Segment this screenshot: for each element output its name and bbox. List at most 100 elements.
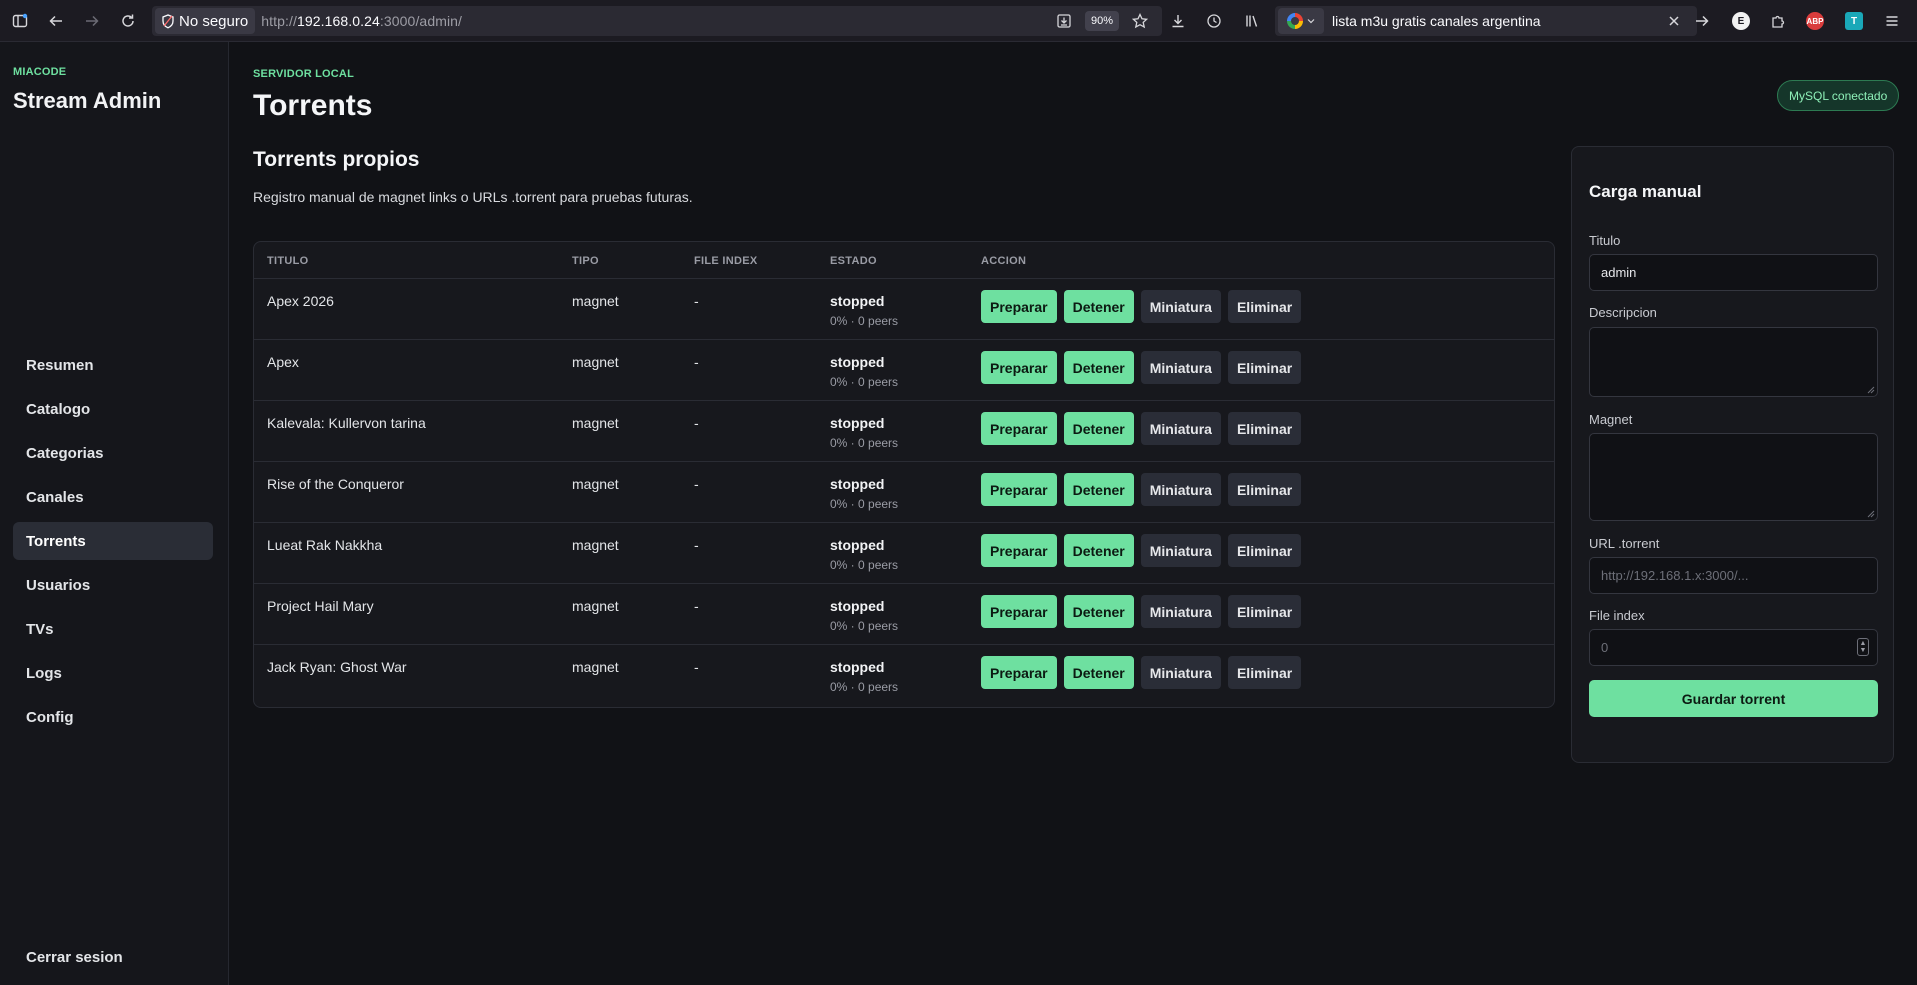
zoom-indicator[interactable]: 90% — [1085, 11, 1120, 31]
clear-search-icon[interactable] — [1662, 9, 1686, 33]
sidebar-item-catalogo[interactable]: Catalogo — [13, 390, 213, 428]
sidebar: MIACODE Stream Admin Resumen Catalogo Ca… — [0, 42, 229, 985]
state-label: stopped — [830, 354, 885, 370]
extension-e-icon[interactable]: E — [1732, 12, 1750, 30]
eliminar-button[interactable]: Eliminar — [1227, 351, 1302, 384]
save-torrent-button[interactable]: Guardar torrent — [1589, 680, 1878, 717]
menu-icon[interactable] — [1880, 9, 1904, 33]
number-stepper-icon[interactable]: ▲ ▼ — [1857, 638, 1869, 656]
reader-view-icon[interactable] — [1052, 9, 1076, 33]
eliminar-button[interactable]: Eliminar — [1227, 595, 1302, 628]
miniatura-button[interactable]: Miniatura — [1140, 656, 1221, 689]
back-icon[interactable] — [44, 9, 68, 33]
cell-type: magnet — [572, 293, 619, 309]
detener-button[interactable]: Detener — [1063, 351, 1134, 384]
sidebar-item-canales[interactable]: Canales — [13, 478, 213, 516]
search-query[interactable]: lista m3u gratis canales argentina — [1332, 13, 1541, 29]
eliminar-button[interactable]: Eliminar — [1227, 656, 1302, 689]
sidebar-toggle-icon[interactable] — [8, 9, 32, 33]
preparar-button[interactable]: Preparar — [981, 290, 1057, 323]
history-icon[interactable] — [1202, 9, 1226, 33]
reload-icon[interactable] — [116, 9, 140, 33]
cell-file-index: - — [694, 659, 699, 675]
resize-handle-icon[interactable] — [1865, 508, 1875, 518]
preparar-button[interactable]: Preparar — [981, 534, 1057, 567]
eliminar-button[interactable]: Eliminar — [1227, 290, 1302, 323]
adblock-plus-icon[interactable]: ABP — [1806, 12, 1824, 30]
cell-file-index: - — [694, 293, 699, 309]
detener-button[interactable]: Detener — [1063, 656, 1134, 689]
sidebar-item-torrents[interactable]: Torrents — [13, 522, 213, 560]
state-detail: 0% · 0 peers — [830, 558, 899, 572]
cell-title: Project Hail Mary — [267, 598, 374, 614]
descripcion-textarea[interactable] — [1589, 327, 1878, 397]
preparar-button[interactable]: Preparar — [981, 656, 1057, 689]
url-torrent-input[interactable]: http://192.168.1.x:3000/... — [1589, 557, 1878, 594]
file-index-label: File index — [1589, 608, 1645, 623]
cell-title: Apex 2026 — [267, 293, 334, 309]
cell-file-index: - — [694, 598, 699, 614]
row-actions: Preparar Detener Miniatura Eliminar — [981, 412, 1302, 445]
eliminar-button[interactable]: Eliminar — [1227, 534, 1302, 567]
detener-button[interactable]: Detener — [1063, 473, 1134, 506]
magnet-textarea[interactable] — [1589, 433, 1878, 521]
sidebar-item-resumen[interactable]: Resumen — [13, 346, 213, 384]
sidebar-item-categorias[interactable]: Categorias — [13, 434, 213, 472]
search-go-icon[interactable] — [1690, 9, 1714, 33]
search-engine-selector[interactable] — [1278, 8, 1324, 34]
address-bar[interactable]: No seguro http://192.168.0.24:3000/admin… — [152, 6, 1162, 36]
row-actions: Preparar Detener Miniatura Eliminar — [981, 290, 1302, 323]
torrents-table: TITULO TIPO FILE INDEX ESTADO ACCION Ape… — [253, 241, 1555, 708]
column-header-estado: ESTADO — [830, 255, 877, 267]
eliminar-button[interactable]: Eliminar — [1227, 412, 1302, 445]
forward-icon[interactable] — [80, 9, 104, 33]
url-torrent-label: URL .torrent — [1589, 536, 1660, 551]
column-header-tipo: TIPO — [572, 255, 599, 267]
shield-icon — [162, 13, 174, 29]
miniatura-button[interactable]: Miniatura — [1140, 290, 1221, 323]
resize-handle-icon[interactable] — [1865, 384, 1875, 394]
table-row: Jack Ryan: Ghost War magnet - stopped 0% · 0… — [254, 645, 1554, 706]
logout-link[interactable]: Cerrar sesion — [26, 949, 123, 966]
preparar-button[interactable]: Preparar — [981, 351, 1057, 384]
miniatura-button[interactable]: Miniatura — [1140, 351, 1221, 384]
sidebar-item-tvs[interactable]: TVs — [13, 610, 213, 648]
preparar-button[interactable]: Preparar — [981, 595, 1057, 628]
row-actions: Preparar Detener Miniatura Eliminar — [981, 534, 1302, 567]
eliminar-button[interactable]: Eliminar — [1227, 473, 1302, 506]
cell-state: stopped 0% · 0 peers — [830, 415, 898, 450]
detener-button[interactable]: Detener — [1063, 412, 1134, 445]
file-index-input[interactable]: 0 ▲ ▼ — [1589, 629, 1878, 666]
detener-button[interactable]: Detener — [1063, 534, 1134, 567]
security-indicator[interactable]: No seguro — [155, 8, 256, 34]
bookmark-star-icon[interactable] — [1128, 9, 1152, 33]
miniatura-button[interactable]: Miniatura — [1140, 534, 1221, 567]
table-row: Apex magnet - stopped 0% · 0 peers Preparar De… — [254, 340, 1554, 401]
state-detail: 0% · 0 peers — [830, 497, 899, 511]
miniatura-button[interactable]: Miniatura — [1140, 595, 1221, 628]
detener-button[interactable]: Detener — [1063, 595, 1134, 628]
row-actions: Preparar Detener Miniatura Eliminar — [981, 656, 1302, 689]
library-icon[interactable] — [1240, 9, 1264, 33]
preparar-button[interactable]: Preparar — [981, 412, 1057, 445]
cell-type: magnet — [572, 598, 619, 614]
state-label: stopped — [830, 293, 885, 309]
miniatura-button[interactable]: Miniatura — [1140, 412, 1221, 445]
search-bar[interactable]: lista m3u gratis canales argentina — [1275, 6, 1697, 36]
sidebar-item-config[interactable]: Config — [13, 698, 213, 736]
sidebar-item-usuarios[interactable]: Usuarios — [13, 566, 213, 604]
section-description: Registro manual de magnet links o URLs .… — [253, 189, 693, 205]
titulo-input[interactable]: admin — [1589, 254, 1878, 291]
cell-type: magnet — [572, 415, 619, 431]
brand-title: Stream Admin — [13, 88, 162, 113]
downloads-icon[interactable] — [1166, 9, 1190, 33]
brand-eyebrow: MIACODE — [13, 66, 67, 78]
detener-button[interactable]: Detener — [1063, 290, 1134, 323]
preparar-button[interactable]: Preparar — [981, 473, 1057, 506]
extensions-puzzle-icon[interactable] — [1766, 9, 1790, 33]
page-title: Torrents — [253, 89, 373, 122]
state-detail: 0% · 0 peers — [830, 375, 899, 389]
sidebar-item-logs[interactable]: Logs — [13, 654, 213, 692]
miniatura-button[interactable]: Miniatura — [1140, 473, 1221, 506]
extension-t-icon[interactable]: T — [1845, 12, 1863, 30]
